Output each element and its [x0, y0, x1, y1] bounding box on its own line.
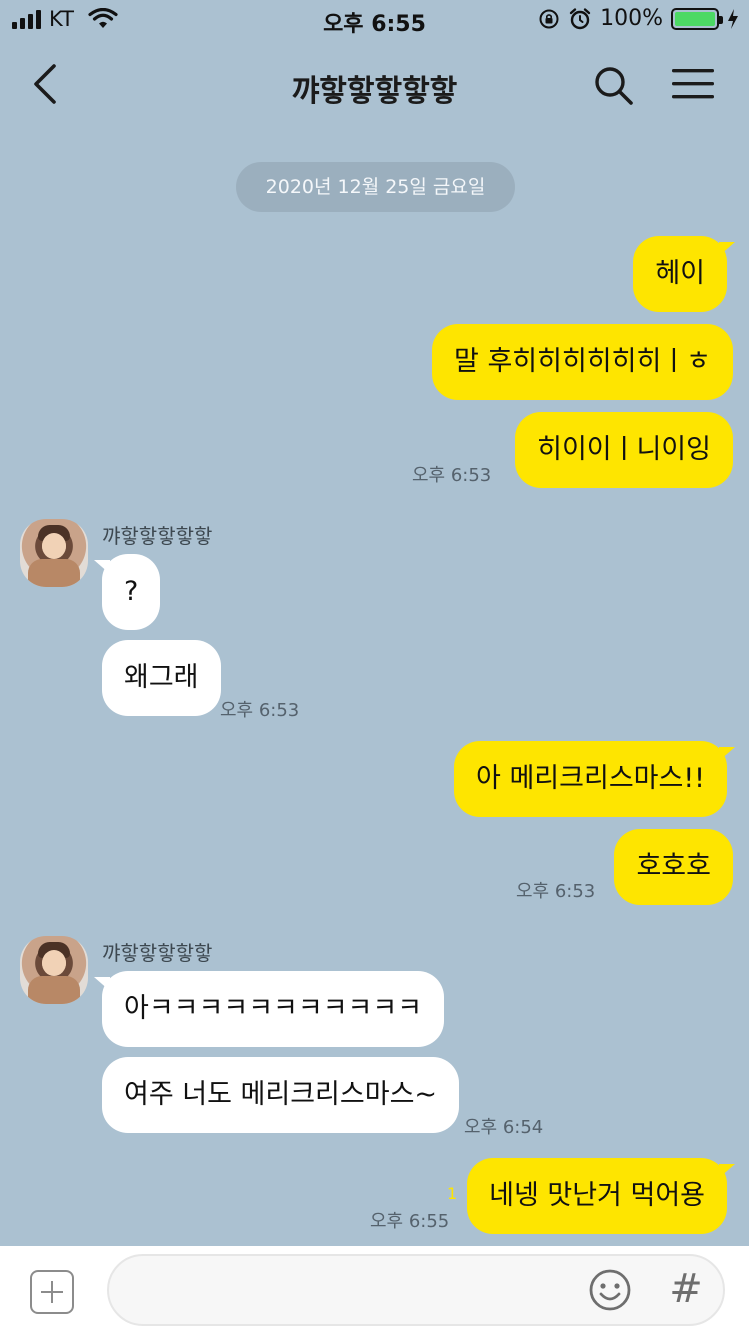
sender-name: 꺄핳핳핳핳핳: [102, 524, 213, 548]
emoji-icon: [589, 1269, 631, 1311]
plus-icon[interactable]: [30, 1270, 74, 1314]
message-timestamp: 오후 6:53: [516, 881, 596, 902]
charging-icon: [728, 8, 738, 29]
chat-title: 꺄핳핳핳핳핳: [291, 74, 458, 109]
my-message-bubble[interactable]: 히이이ㅣ니이잉: [515, 412, 733, 488]
message-timestamp: 오후 6:54: [464, 1117, 544, 1138]
sender-name: 꺄핳핳핳핳핳: [102, 941, 213, 965]
avatar[interactable]: [20, 519, 88, 587]
alarm-icon: [569, 7, 591, 29]
message-input[interactable]: [107, 1254, 725, 1326]
hamburger-menu-icon: [672, 69, 714, 99]
date-divider: 2020년 12월 25일 금요일: [236, 162, 515, 212]
status-bar: KT 오후 6:55 100%: [0, 0, 749, 40]
their-message-bubble[interactable]: 아ㅋㅋㅋㅋㅋㅋㅋㅋㅋㅋㅋ: [93, 971, 445, 1047]
their-message-bubble[interactable]: ?: [93, 554, 161, 630]
their-message-bubble[interactable]: 왜그래: [102, 640, 221, 716]
status-right: 100%: [538, 6, 739, 31]
back-button[interactable]: [28, 62, 68, 106]
my-message-bubble[interactable]: 아 메리크리스마스!!: [454, 741, 735, 817]
search-button[interactable]: [592, 64, 636, 108]
message-timestamp: 오후 6:55: [370, 1211, 450, 1232]
hashtag-search-button[interactable]: #: [668, 1264, 704, 1314]
battery-percent: 100%: [600, 6, 663, 31]
battery-icon: [671, 7, 723, 30]
chat-header: 꺄핳핳핳핳핳: [0, 48, 749, 120]
menu-button[interactable]: [670, 66, 716, 102]
my-message-bubble[interactable]: 헤이: [633, 236, 735, 312]
chevron-left-icon: [34, 64, 56, 104]
my-message-bubble[interactable]: 말 후히히히히히히ㅣㅎ: [432, 324, 733, 400]
emoji-button[interactable]: [588, 1268, 632, 1312]
their-message-bubble[interactable]: 여주 너도 메리크리스마스~: [102, 1057, 460, 1133]
rotation-lock-icon: [539, 9, 559, 28]
search-icon: [595, 67, 633, 105]
message-timestamp: 오후 6:53: [220, 700, 300, 721]
unread-count: 1: [447, 1184, 458, 1203]
my-message-bubble[interactable]: 네넹 맛난거 먹어용: [467, 1158, 735, 1234]
my-message-bubble[interactable]: 호호호: [614, 829, 733, 905]
avatar[interactable]: [20, 936, 88, 1004]
message-timestamp: 오후 6:53: [412, 465, 492, 486]
input-bar: #: [0, 1246, 749, 1334]
